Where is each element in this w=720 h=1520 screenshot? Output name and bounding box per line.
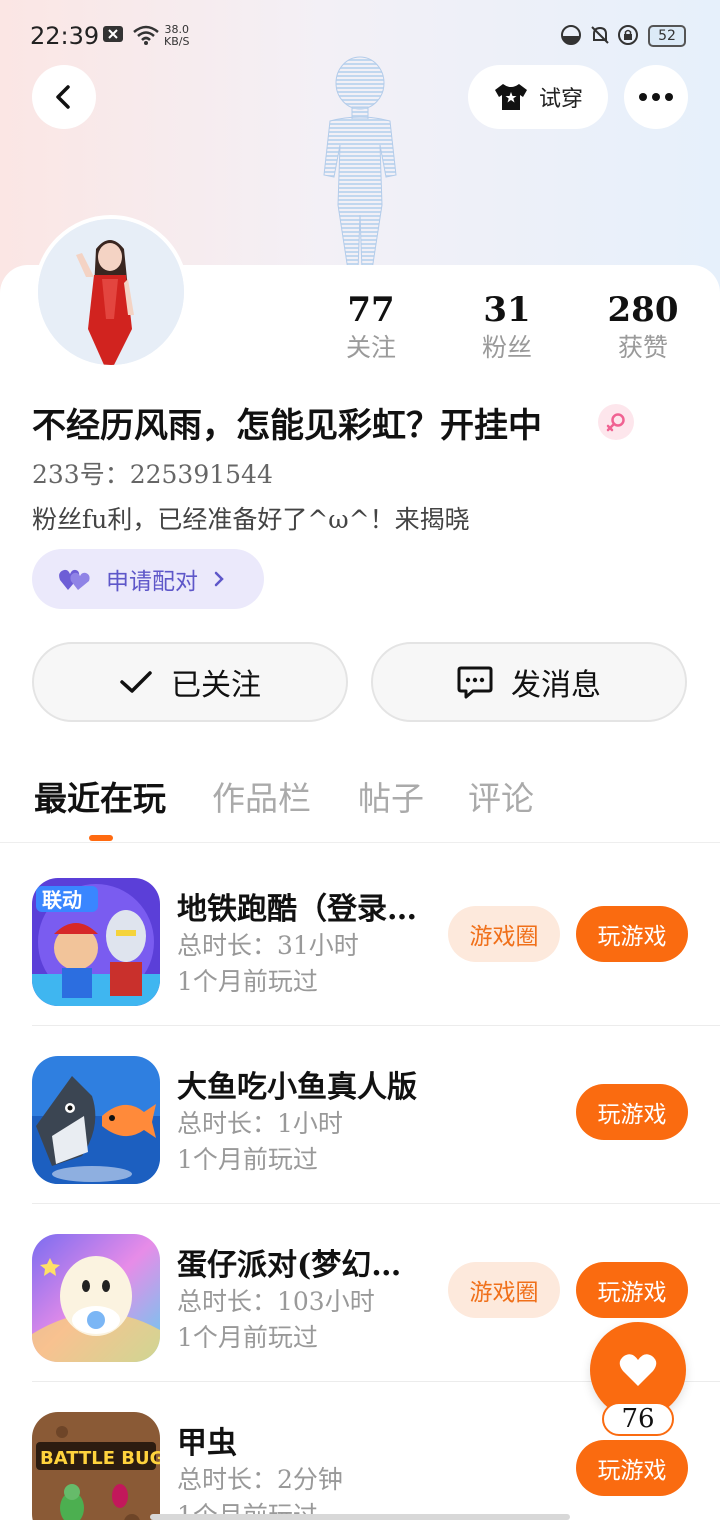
more-dots-icon [639, 93, 673, 101]
data-saver-icon [561, 25, 581, 45]
subway-surfers-game-icon: 联动 [32, 878, 160, 1006]
battle-bugs-game-icon: BATTLE BUGS [32, 1412, 160, 1520]
game-last-played: 1个月前玩过 [177, 967, 318, 996]
back-button[interactable] [32, 65, 96, 129]
stat-following[interactable]: 77 关注 [316, 290, 426, 366]
profile-nickname: 不经历风雨，怎能见彩虹？开挂中 [32, 406, 542, 446]
network-speed: 38.0 KB/S [164, 24, 189, 48]
play-game-button[interactable]: 玩游戏 [576, 1084, 688, 1140]
play-game-button[interactable]: 玩游戏 [576, 906, 688, 962]
stat-fans[interactable]: 31 粉丝 [452, 290, 562, 366]
double-heart-icon [59, 569, 90, 590]
more-options-button[interactable] [624, 65, 688, 129]
game-last-played: 1个月前玩过 [177, 1323, 318, 1352]
tab-divider [0, 842, 720, 843]
fish-game-icon [32, 1056, 160, 1184]
game-last-played: 1个月前玩过 [177, 1145, 318, 1174]
play-game-button[interactable]: 玩游戏 [576, 1440, 688, 1496]
game-title: 地铁跑酷（登录… [177, 892, 417, 927]
game-title: 蛋仔派对(梦幻… [177, 1248, 402, 1283]
game-total-duration: 总时长：2分钟 [177, 1465, 343, 1494]
send-message-label: 发消息 [511, 668, 601, 703]
try-on-button[interactable]: 试穿 [468, 65, 608, 129]
likes-label: 获赞 [617, 333, 668, 362]
game-title: 大鱼吃小鱼真人版 [177, 1070, 417, 1105]
followed-button[interactable]: 已关注 [32, 642, 348, 722]
game-circle-button[interactable]: 游戏圈 [448, 906, 560, 962]
status-bar: 22:39 38.0 KB/S 52 [0, 0, 720, 72]
tab-comments[interactable]: 评论 [468, 772, 534, 820]
following-label: 关注 [345, 333, 396, 362]
avatar-model-figure [323, 56, 397, 271]
bell-muted-icon [591, 26, 609, 44]
request-pair-button[interactable]: 申请配对 [32, 549, 264, 609]
status-time: 22:39 [30, 22, 100, 50]
tab-recently-played[interactable]: 最近在玩 [34, 772, 166, 820]
battery-indicator: 52 [648, 25, 686, 47]
profile-bio: 粉丝fu利，已经准备好了^ω^！来揭晓 [32, 505, 470, 534]
tab-posts[interactable]: 帖子 [358, 772, 424, 820]
heart-icon [619, 1354, 657, 1386]
fans-label: 粉丝 [481, 333, 532, 362]
game-total-duration: 总时长：1小时 [177, 1109, 343, 1138]
active-tab-indicator [89, 835, 113, 841]
game-icon-text: BATTLE BUGS [40, 1448, 160, 1469]
game-total-duration: 总时长：103小时 [177, 1287, 375, 1316]
send-message-button[interactable]: 发消息 [371, 642, 687, 722]
home-indicator[interactable] [150, 1514, 570, 1520]
fans-count: 31 [483, 290, 531, 330]
list-item[interactable]: 大鱼吃小鱼真人版 总时长：1小时 1个月前玩过 玩游戏 [32, 1026, 720, 1204]
avatar[interactable] [34, 215, 188, 369]
net-speed-unit: KB/S [164, 35, 190, 48]
game-title: 甲虫 [177, 1426, 237, 1461]
game-icon-text: 联动 [42, 888, 82, 912]
user-id: 233号：225391544 [32, 460, 273, 489]
chat-bubble-icon [457, 666, 493, 699]
likes-count: 280 [607, 290, 679, 330]
following-count: 77 [347, 290, 395, 330]
wifi-icon [133, 25, 159, 45]
followed-label: 已关注 [171, 668, 261, 703]
eggy-party-game-icon [32, 1234, 160, 1362]
like-count-badge: 76 [602, 1402, 674, 1436]
checkmark-icon [120, 671, 152, 693]
play-game-button[interactable]: 玩游戏 [576, 1262, 688, 1318]
game-total-duration: 总时长：31小时 [177, 931, 359, 960]
game-circle-button[interactable]: 游戏圈 [448, 1262, 560, 1318]
tab-works[interactable]: 作品栏 [212, 772, 311, 820]
chevron-left-icon [56, 85, 70, 109]
female-gender-icon [598, 404, 634, 440]
try-on-label: 试穿 [538, 87, 583, 112]
list-item[interactable]: 联动 地铁跑酷（登录… 总时长：31小时 1个月前玩过 游戏圈 玩游戏 [32, 848, 720, 1026]
request-pair-label: 申请配对 [106, 569, 198, 595]
notification-x-icon [103, 26, 123, 42]
stat-likes[interactable]: 280 获赞 [588, 290, 698, 366]
tshirt-icon [494, 84, 527, 110]
chevron-right-icon [214, 571, 224, 587]
rotation-lock-icon [618, 25, 638, 45]
avatar-character-image [38, 219, 184, 365]
